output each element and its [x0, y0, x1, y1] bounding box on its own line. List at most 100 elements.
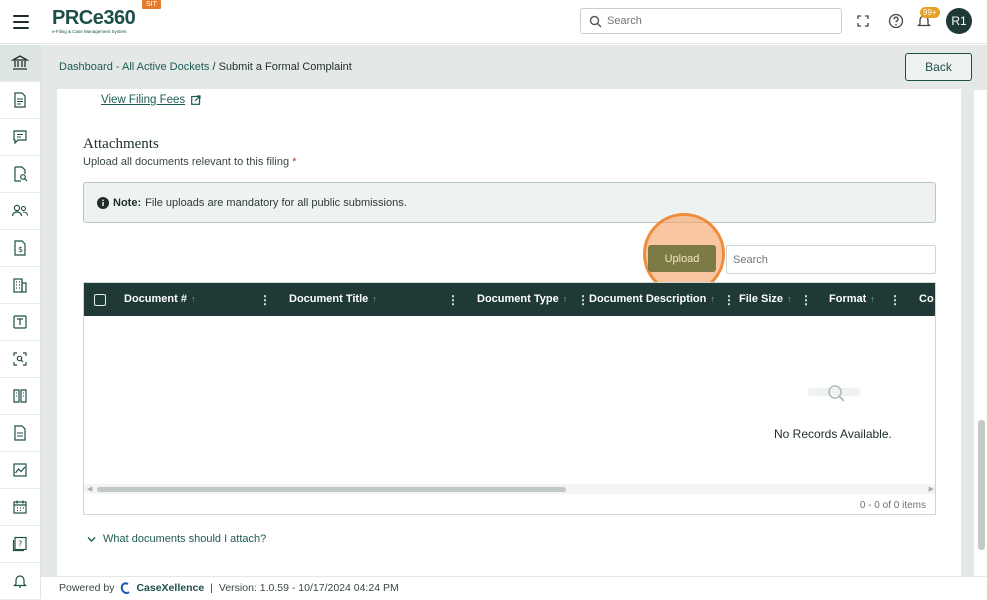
- column-label: Format: [829, 293, 867, 305]
- back-button[interactable]: Back: [905, 53, 972, 81]
- column-header-document-number[interactable]: Document # ↑: [124, 293, 195, 305]
- menu-icon[interactable]: [13, 15, 29, 29]
- column-label: Document #: [124, 293, 187, 305]
- column-header-document-title[interactable]: Document Title ↑: [289, 293, 377, 305]
- scroll-right-icon[interactable]: ▶: [929, 485, 934, 493]
- global-search[interactable]: [580, 8, 842, 34]
- column-header-document-description[interactable]: Document Description ↑: [589, 293, 715, 305]
- bank-icon: [11, 55, 29, 70]
- calendar-icon: [13, 500, 27, 514]
- note-text: File uploads are mandatory for all publi…: [145, 196, 407, 209]
- main-content: Dashboard - All Active Dockets / Submit …: [41, 45, 987, 576]
- select-all-checkbox[interactable]: [94, 294, 106, 306]
- sidebar-item-help-center[interactable]: ?: [0, 526, 40, 563]
- svg-text:$: $: [18, 245, 23, 254]
- breadcrumb-link-dashboard[interactable]: Dashboard - All Active Dockets: [59, 61, 209, 73]
- attach-help-label: What documents should I attach?: [103, 533, 267, 545]
- footer: Powered by CaseXellence | Version: 1.0.5…: [41, 576, 987, 599]
- column-header-file-size[interactable]: File Size ↑: [739, 293, 792, 305]
- column-menu-icon[interactable]: ⋮: [800, 293, 812, 307]
- page-scrollbar-thumb[interactable]: [978, 420, 985, 550]
- upload-button[interactable]: Upload: [648, 245, 716, 272]
- attachments-grid: Document # ↑ ⋮ Document Title ↑ ⋮ Document…: [83, 282, 936, 515]
- column-header-document-type[interactable]: Document Type ↑: [477, 293, 567, 305]
- column-menu-icon[interactable]: ⋮: [447, 293, 459, 307]
- column-menu-icon[interactable]: ⋮: [259, 293, 271, 307]
- sidebar-item-fees[interactable]: $: [0, 230, 40, 267]
- sidebar-item-notes[interactable]: [0, 304, 40, 341]
- horizontal-scrollbar[interactable]: ◀ ▶: [84, 484, 935, 494]
- breadcrumb-current: Submit a Formal Complaint: [218, 61, 352, 73]
- sidebar-item-dockets[interactable]: [0, 45, 40, 82]
- attach-help-toggle[interactable]: What documents should I attach?: [87, 533, 266, 545]
- sidebar-item-organizations[interactable]: [0, 267, 40, 304]
- attachments-heading: Attachments: [83, 136, 159, 152]
- scan-icon: [13, 352, 27, 366]
- document-icon: [14, 92, 26, 108]
- global-search-input[interactable]: [607, 9, 837, 33]
- sidebar-item-alerts[interactable]: [0, 563, 40, 600]
- scroll-left-icon[interactable]: ◀: [87, 485, 92, 493]
- powered-by-label: Powered by: [59, 582, 115, 594]
- column-menu-icon[interactable]: ⋮: [723, 293, 735, 307]
- pager-info: 0 - 0 of 0 items: [859, 500, 926, 511]
- casexellence-logo-icon: [121, 582, 131, 594]
- bell-icon: [13, 575, 27, 588]
- column-label: Document Description: [589, 293, 707, 305]
- required-marker: *: [292, 156, 297, 168]
- view-filing-fees-label: View Filing Fees: [101, 94, 186, 106]
- column-menu-icon[interactable]: ⋮: [577, 293, 589, 307]
- column-label: Co: [919, 293, 934, 305]
- building-icon: [13, 278, 27, 293]
- logo-subtext: e-Filing & Case Management System: [52, 29, 127, 34]
- empty-state-message: No Records Available.: [774, 427, 892, 441]
- version-text: Version: 1.0.59 - 10/17/2024 04:24 PM: [218, 582, 399, 594]
- help-icon[interactable]: [888, 13, 904, 29]
- sort-arrow-icon: ↑: [870, 294, 875, 304]
- column-menu-icon[interactable]: ⋮: [889, 293, 901, 307]
- left-sidebar: $ ?: [0, 45, 41, 600]
- app-logo[interactable]: PRCe360 e-Filing & Case Management Syste…: [52, 7, 136, 34]
- sidebar-item-calendar[interactable]: [0, 489, 40, 526]
- view-filing-fees-link[interactable]: View Filing Fees: [101, 94, 201, 106]
- sidebar-item-documents[interactable]: [0, 82, 40, 119]
- scrollbar-thumb[interactable]: [97, 487, 566, 492]
- document-search-icon: [14, 166, 28, 182]
- breadcrumb-separator: /: [209, 61, 219, 73]
- chart-icon: [13, 463, 27, 477]
- sort-arrow-icon: ↑: [710, 294, 715, 304]
- sort-arrow-icon: ↑: [190, 294, 196, 304]
- attachments-search[interactable]: [726, 245, 936, 274]
- attachments-subtitle: Upload all documents relevant to this fi…: [83, 156, 296, 168]
- column-label: File Size: [739, 293, 784, 305]
- column-label: Document Title: [289, 293, 369, 305]
- footer-separator: |: [210, 582, 213, 594]
- column-header-format[interactable]: Format ↑: [829, 293, 875, 305]
- search-icon: [589, 15, 602, 28]
- sort-arrow-icon: ↑: [562, 294, 568, 304]
- breadcrumb: Dashboard - All Active Dockets / Submit …: [59, 61, 352, 73]
- sidebar-item-search-documents[interactable]: [0, 156, 40, 193]
- attachments-search-input[interactable]: [727, 246, 927, 273]
- note-icon: [13, 315, 27, 329]
- sidebar-item-reports[interactable]: [0, 415, 40, 452]
- sidebar-item-analytics[interactable]: [0, 452, 40, 489]
- column-header-comments[interactable]: Co: [919, 293, 934, 305]
- logo-text: PRCe360: [52, 7, 136, 29]
- filing-card: View Filing Fees Attachments Upload all …: [57, 89, 961, 576]
- sidebar-item-users[interactable]: [0, 193, 40, 230]
- brand-name: CaseXellence: [136, 582, 205, 594]
- sidebar-item-scan[interactable]: [0, 341, 40, 378]
- user-avatar[interactable]: R1: [946, 8, 972, 34]
- chevron-down-icon: [87, 536, 96, 542]
- book-icon: [13, 389, 27, 403]
- page-scrollbar[interactable]: [974, 90, 987, 576]
- notification-badge[interactable]: 99+: [920, 7, 940, 18]
- help-book-icon: ?: [12, 536, 27, 552]
- no-records-icon: [808, 385, 860, 402]
- fullscreen-icon[interactable]: [855, 13, 871, 29]
- attachments-subtitle-text: Upload all documents relevant to this fi…: [83, 156, 290, 168]
- info-icon: [97, 196, 109, 209]
- sidebar-item-messages[interactable]: [0, 119, 40, 156]
- sidebar-item-library[interactable]: [0, 378, 40, 415]
